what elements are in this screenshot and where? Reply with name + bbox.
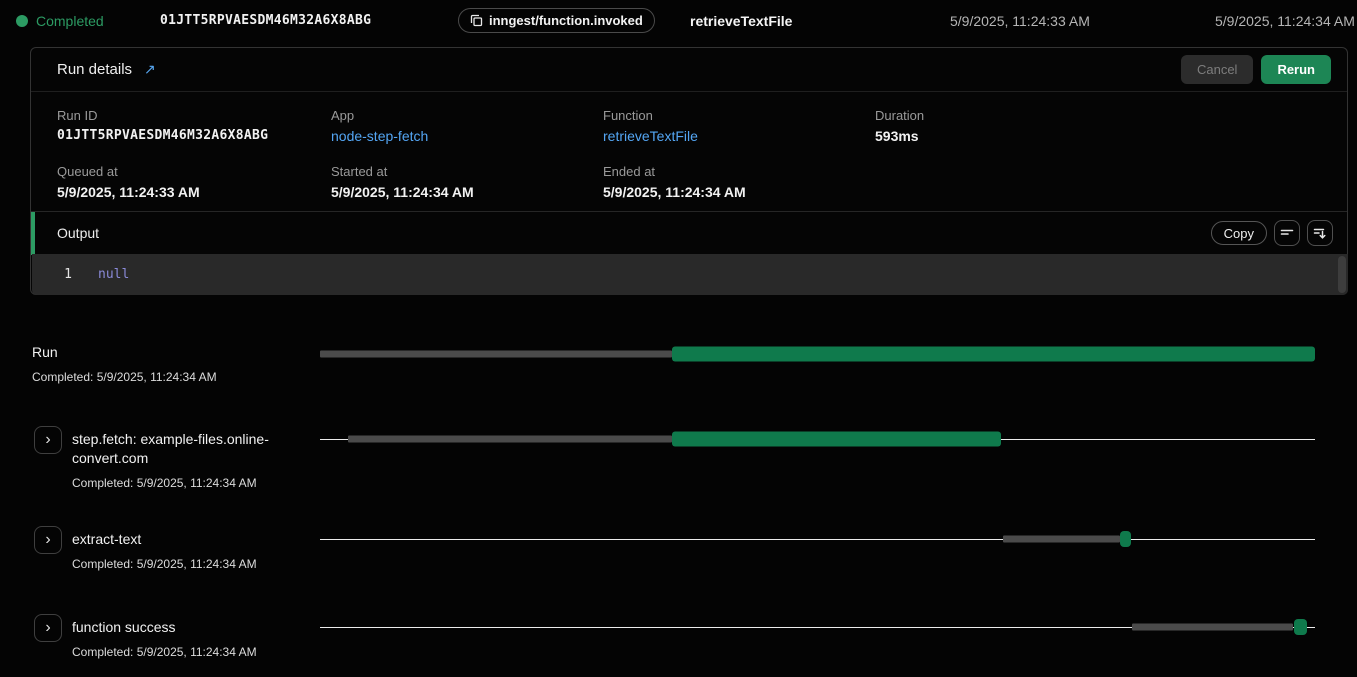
timeline-bar-wait <box>1132 624 1293 631</box>
output-section-header: Output Copy <box>31 211 1347 254</box>
timeline-row-text: step.fetch: example-files.online-convert… <box>72 426 287 490</box>
status-label: Completed <box>36 13 104 29</box>
event-badge[interactable]: inngest/function.invoked <box>458 8 655 33</box>
app-link[interactable]: node-step-fetch <box>331 128 603 144</box>
queued-at-value: 5/9/2025, 11:24:33 AM <box>57 184 331 200</box>
output-accent-bar <box>31 212 35 255</box>
ended-at-value: 5/9/2025, 11:24:34 AM <box>603 184 875 200</box>
timeline-bar-wait <box>348 436 672 443</box>
timeline-bar-wait <box>320 351 672 358</box>
output-code-area[interactable]: 1 null <box>32 254 1348 295</box>
run-details-panel: Run details ↗ Cancel Rerun Run ID 01JTT5… <box>30 47 1348 295</box>
timeline-bar-wait <box>1003 536 1120 543</box>
step-name-label: function success <box>72 614 257 637</box>
run-id-text: 01JTT5RPVAESDM46M32A6X8ABG <box>160 13 371 28</box>
function-name-text: retrieveTextFile <box>690 13 792 29</box>
copy-output-button[interactable]: Copy <box>1211 221 1267 245</box>
expand-output-down-icon[interactable] <box>1307 220 1333 246</box>
queued-timestamp: 5/9/2025, 11:24:33 AM <box>950 13 1090 29</box>
timeline-row-text: Run Completed: 5/9/2025, 11:24:34 AM <box>32 341 217 384</box>
event-badge-label: inngest/function.invoked <box>489 13 643 28</box>
field-queued-at: Queued at 5/9/2025, 11:24:33 AM <box>57 164 331 200</box>
run-id-value: 01JTT5RPVAESDM46M32A6X8ABG <box>57 128 331 143</box>
code-scrollbar[interactable] <box>1338 256 1346 293</box>
step-name-label: step.fetch: example-files.online-convert… <box>72 426 287 468</box>
timeline-track <box>320 531 1315 547</box>
timeline-track <box>320 431 1315 447</box>
timeline-bar-dot <box>1120 531 1131 547</box>
field-app: App node-step-fetch <box>331 108 603 144</box>
code-output-value: null <box>98 267 129 282</box>
copy-icon <box>470 14 483 27</box>
external-link-icon[interactable]: ↗ <box>144 61 156 78</box>
expand-step-button[interactable]: › <box>34 614 62 642</box>
expand-step-button[interactable]: › <box>34 526 62 554</box>
field-run-id: Run ID 01JTT5RPVAESDM46M32A6X8ABG <box>57 108 331 144</box>
timeline-track <box>320 346 1315 362</box>
step-name-label: Run <box>32 341 217 362</box>
timeline-row-text: extract-text Completed: 5/9/2025, 11:24:3… <box>72 526 257 571</box>
step-completed-label: Completed: 5/9/2025, 11:24:34 AM <box>32 370 217 384</box>
field-function: Function retrieveTextFile <box>603 108 875 144</box>
duration-value: 593ms <box>875 128 1347 144</box>
timeline-baseline <box>320 539 1315 540</box>
started-at-value: 5/9/2025, 11:24:34 AM <box>331 184 603 200</box>
timeline-bar-dot <box>1294 619 1307 635</box>
field-duration: Duration 593ms <box>875 108 1347 144</box>
panel-title: Run details <box>57 61 132 78</box>
status-dot-icon <box>16 15 28 27</box>
step-completed-label: Completed: 5/9/2025, 11:24:34 AM <box>72 645 257 659</box>
code-line-number: 1 <box>32 267 72 282</box>
field-ended-at: Ended at 5/9/2025, 11:24:34 AM <box>603 164 875 200</box>
field-started-at: Started at 5/9/2025, 11:24:34 AM <box>331 164 603 200</box>
run-details-header: Run details ↗ Cancel Rerun <box>31 48 1347 92</box>
run-status-bar: Completed 01JTT5RPVAESDM46M32A6X8ABG inn… <box>0 0 1357 42</box>
timeline-track <box>320 619 1315 635</box>
function-link[interactable]: retrieveTextFile <box>603 128 875 144</box>
step-name-label: extract-text <box>72 526 257 549</box>
cancel-button[interactable]: Cancel <box>1181 55 1253 84</box>
output-title: Output <box>57 225 99 241</box>
timeline-bar-run <box>672 347 1315 362</box>
run-details-grid: Run ID 01JTT5RPVAESDM46M32A6X8ABG App no… <box>31 92 1347 200</box>
wrap-lines-icon[interactable] <box>1274 220 1300 246</box>
timeline-row-text: function success Completed: 5/9/2025, 11:… <box>72 614 257 659</box>
step-completed-label: Completed: 5/9/2025, 11:24:34 AM <box>72 476 287 490</box>
step-completed-label: Completed: 5/9/2025, 11:24:34 AM <box>72 557 257 571</box>
timeline-bar-run <box>672 432 1000 447</box>
rerun-button[interactable]: Rerun <box>1261 55 1331 84</box>
expand-step-button[interactable]: › <box>34 426 62 454</box>
started-timestamp: 5/9/2025, 11:24:34 AM <box>1215 13 1355 29</box>
